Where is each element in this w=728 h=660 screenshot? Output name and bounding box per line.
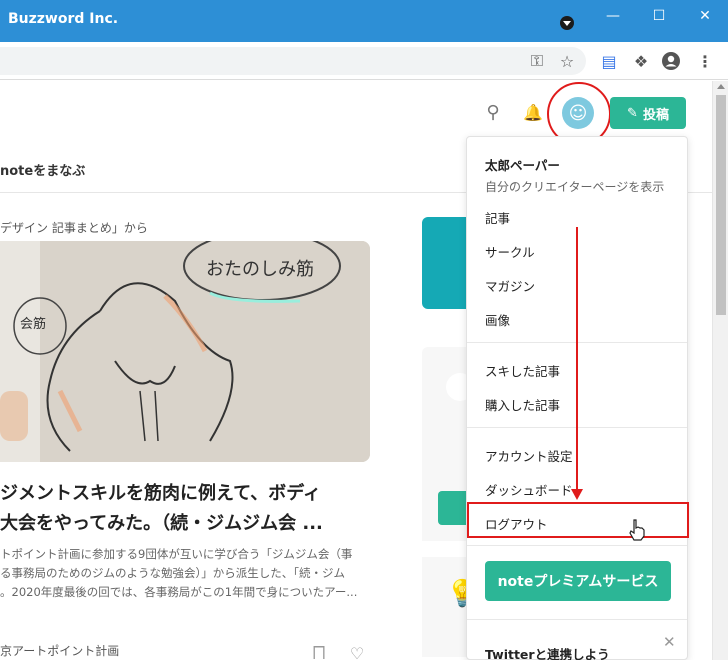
annotation-arrow-line xyxy=(576,227,578,489)
menu-divider xyxy=(467,545,687,546)
hero-small-text: 会筋 xyxy=(20,317,47,332)
nav-learn-note[interactable]: noteをまなぶ xyxy=(0,160,85,179)
menu-user-name: 太郎ペーパー xyxy=(485,158,560,173)
browser-toolbar: ⚿ ☆ ▤ ❖ ⋮ xyxy=(0,42,728,80)
window-titlebar: Buzzword Inc. — ☐ ✕ xyxy=(0,0,728,42)
minimize-icon[interactable]: — xyxy=(590,0,636,32)
notification-bell-icon[interactable]: 🔔 xyxy=(522,101,544,123)
post-button-label: 投稿 xyxy=(642,107,669,123)
side-banner[interactable] xyxy=(422,217,472,309)
menu-item-circle[interactable]: サークル xyxy=(485,242,535,261)
magazine-add-icon[interactable]: ⨅ xyxy=(308,642,330,660)
excerpt-line-3: 。2020年度最後の回では、各事務局がこの1年間で身についたアー... xyxy=(0,585,358,599)
scrollbar-thumb[interactable] xyxy=(716,95,726,315)
close-window-icon[interactable]: ✕ xyxy=(682,0,728,32)
pencil-icon: ✎ xyxy=(627,105,638,121)
headline-line-1: ジメントスキルを筋肉に例えて、ボディ xyxy=(0,483,321,504)
article-excerpt: トポイント計画に参加する9団体が互いに学び合う「ジムジム会（事 る事務局のための… xyxy=(0,545,374,602)
excerpt-line-2: る事務局のためのジムのような勉強会）」から派生した、「続・ジム xyxy=(0,566,345,580)
close-icon[interactable]: ✕ xyxy=(663,633,676,651)
profile-icon[interactable] xyxy=(660,50,682,72)
premium-service-button[interactable]: noteプレミアムサービス xyxy=(485,561,671,601)
page-scrollbar[interactable] xyxy=(712,81,728,660)
menu-item-purchased[interactable]: 購入した記事 xyxy=(485,395,560,414)
reading-list-icon[interactable]: ▤ xyxy=(598,50,620,72)
like-heart-icon[interactable]: ♡ xyxy=(346,642,368,660)
twitter-link-prompt[interactable]: Twitterと連携しよう xyxy=(485,644,610,660)
article-headline[interactable]: ジメントスキルを筋肉に例えて、ボディ 大会をやってみた。（続・ジムジム会 ... xyxy=(0,479,376,539)
address-bar[interactable]: ⚿ ☆ xyxy=(0,47,586,75)
headline-line-2: 大会をやってみた。（続・ジムジム会 ... xyxy=(0,513,323,534)
note-page: noteをまなぶ ⚲ 🔔 ☺ ✎ 投稿 デザイン 記事まとめ」から おたのしみ筋… xyxy=(0,81,712,660)
post-button[interactable]: ✎ 投稿 xyxy=(610,97,686,129)
menu-item-articles[interactable]: 記事 xyxy=(485,208,510,227)
menu-user-sub: 自分のクリエイターページを表示 xyxy=(485,180,665,194)
star-icon[interactable]: ☆ xyxy=(556,50,578,72)
annotation-arrow-head xyxy=(571,489,583,500)
key-icon[interactable]: ⚿ xyxy=(526,50,548,72)
scroll-up-icon[interactable] xyxy=(717,84,725,89)
search-icon[interactable]: ⚲ xyxy=(482,101,504,123)
profile-dropdown-icon[interactable] xyxy=(560,16,574,30)
more-icon[interactable]: ⋮ xyxy=(694,50,716,72)
menu-item-images[interactable]: 画像 xyxy=(485,310,510,329)
menu-divider xyxy=(467,619,687,620)
extensions-icon[interactable]: ❖ xyxy=(630,50,652,72)
menu-item-liked[interactable]: スキした記事 xyxy=(485,361,560,380)
window-title: Buzzword Inc. xyxy=(8,11,119,27)
article-author[interactable]: 京アートポイント計画 xyxy=(0,642,119,659)
menu-item-account-settings[interactable]: アカウント設定 xyxy=(485,446,573,465)
article-source: デザイン 記事まとめ」から xyxy=(0,221,148,235)
menu-user-profile[interactable]: 太郎ペーパー 自分のクリエイターページを表示 xyxy=(485,155,664,195)
hero-handwritten-text: おたのしみ筋 xyxy=(206,259,314,280)
menu-item-dashboard[interactable]: ダッシュボード xyxy=(485,480,573,499)
excerpt-line-1: トポイント計画に参加する9団体が互いに学び合う「ジムジム会（事 xyxy=(0,547,353,561)
article-hero-image[interactable]: おたのしみ筋 会筋 xyxy=(0,241,370,462)
menu-item-logout[interactable]: ログアウト xyxy=(485,514,548,533)
hand-cursor-icon xyxy=(629,519,645,541)
menu-item-magazine[interactable]: マガジン xyxy=(485,276,535,295)
maximize-icon[interactable]: ☐ xyxy=(636,0,682,32)
